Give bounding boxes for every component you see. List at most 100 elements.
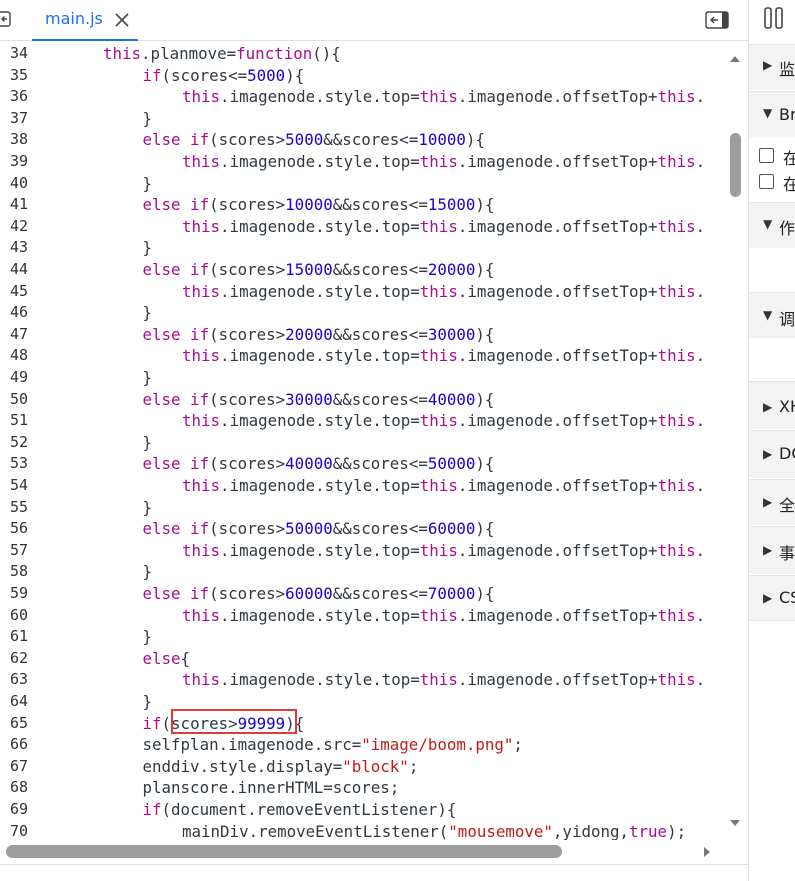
panel-call-stack[interactable]: ▼ 调 [749,292,795,338]
code-line[interactable]: 40} [0,173,726,195]
panel-xhr-breakpoints[interactable]: ▶ XH [749,381,795,429]
line-number[interactable]: 41 [0,194,28,216]
code-line[interactable]: 46} [0,302,726,324]
line-number[interactable]: 68 [0,777,28,799]
panel-csp-breakpoints[interactable]: ▶ CS [749,575,795,621]
line-number[interactable]: 53 [0,453,28,475]
line-number[interactable]: 50 [0,389,28,411]
line-number[interactable]: 56 [0,518,28,540]
line-number[interactable]: 60 [0,605,28,627]
line-number[interactable]: 69 [0,799,28,821]
checkbox-row[interactable]: 在 [749,171,795,194]
code-line[interactable]: 39 this.imagenode.style.top=this.imagenod… [0,151,726,173]
code-line[interactable]: 56 else if(scores>50000&&scores<=60000){ [0,518,726,540]
code-line[interactable]: 70 mainDiv.removeEventListener("mousemove… [0,821,726,840]
navigator-toggle-icon[interactable] [0,11,12,27]
line-number[interactable]: 67 [0,756,28,778]
code-line[interactable]: 59 else if(scores>60000&&scores<=70000){ [0,583,726,605]
line-number[interactable]: 57 [0,540,28,562]
line-number[interactable]: 51 [0,410,28,432]
line-number[interactable]: 65 [0,713,28,735]
code-token: 5000 [247,65,286,85]
panel-event-listener-breakpoints[interactable]: ▶ 事 [749,526,795,574]
line-number[interactable]: 35 [0,65,28,87]
line-number[interactable]: 52 [0,432,28,454]
code-line[interactable]: 66 selfplan.imagenode.src="image/boom.png… [0,734,726,756]
panel-watch[interactable]: ▶ 监 [749,44,795,90]
line-number[interactable]: 61 [0,626,28,648]
line-number[interactable]: 55 [0,497,28,519]
line-number[interactable]: 36 [0,86,28,108]
line-number[interactable]: 42 [0,216,28,238]
line-number[interactable]: 70 [0,821,28,840]
line-number[interactable]: 45 [0,281,28,303]
close-icon[interactable] [112,10,132,30]
line-number[interactable]: 58 [0,561,28,583]
line-number[interactable]: 64 [0,691,28,713]
code-area[interactable]: 34 this.planmove=function(){35 if(scores<=… [0,43,726,840]
code-line[interactable]: 45 this.imagenode.style.top=this.imagenod… [0,281,726,303]
code-line[interactable]: 65 if(scores>99999){ [0,713,726,735]
code-line[interactable]: 38 else if(scores>5000&&scores<=10000){ [0,129,726,151]
code-line[interactable]: 49} [0,367,726,389]
line-number[interactable]: 59 [0,583,28,605]
pause-icon[interactable] [763,6,785,30]
code-line[interactable]: 55} [0,497,726,519]
debugger-sidebar-toggle-icon[interactable] [705,11,729,29]
code-line[interactable]: 47 else if(scores>20000&&scores<=30000){ [0,324,726,346]
code-line[interactable]: 64} [0,691,726,713]
line-number[interactable]: 37 [0,108,28,130]
code-line[interactable]: 61} [0,626,726,648]
line-number[interactable]: 34 [0,43,28,65]
code-line[interactable]: 57 this.imagenode.style.top=this.imagenod… [0,540,726,562]
scroll-right-arrow-icon[interactable] [700,844,714,860]
vertical-scrollbar-thumb[interactable] [730,133,741,197]
code-line[interactable]: 63 this.imagenode.style.top=this.imagenod… [0,669,726,691]
code-line[interactable]: 44 else if(scores>15000&&scores<=20000){ [0,259,726,281]
line-number[interactable]: 49 [0,367,28,389]
panel-global-listeners[interactable]: ▶ 全 [749,479,795,525]
line-number[interactable]: 46 [0,302,28,324]
code-line[interactable]: 52} [0,432,726,454]
code-line[interactable]: 68 planscore.innerHTML=scores; [0,777,726,799]
line-number[interactable]: 62 [0,648,28,670]
line-number[interactable]: 39 [0,151,28,173]
code-line[interactable]: 62 else{ [0,648,726,670]
panel-breakpoints[interactable]: ▼ Br [749,91,795,137]
panel-dom-breakpoints[interactable]: ▶ DC [749,430,795,478]
code-line[interactable]: 50 else if(scores>30000&&scores<=40000){ [0,389,726,411]
horizontal-scrollbar-thumb[interactable] [6,845,562,858]
line-number[interactable]: 48 [0,345,28,367]
line-number[interactable]: 44 [0,259,28,281]
code-line[interactable]: 43} [0,237,726,259]
code-line[interactable]: 58} [0,561,726,583]
code-line[interactable]: 41 else if(scores>10000&&scores<=15000){ [0,194,726,216]
line-number[interactable]: 66 [0,734,28,756]
line-number[interactable]: 43 [0,237,28,259]
code-line[interactable]: 67 enddiv.style.display="block"; [0,756,726,778]
line-number[interactable]: 63 [0,669,28,691]
checkbox-row[interactable]: 在 [749,145,795,168]
line-number[interactable]: 40 [0,173,28,195]
code-line[interactable]: 54 this.imagenode.style.top=this.imagenod… [0,475,726,497]
code-line[interactable]: 42 this.imagenode.style.top=this.imagenod… [0,216,726,238]
code-line[interactable]: 34 this.planmove=function(){ [0,43,726,65]
panel-scope[interactable]: ▼ 作 [749,202,795,248]
code-line[interactable]: 35 if(scores<=5000){ [0,65,726,87]
code-line[interactable]: 51 this.imagenode.style.top=this.imagenod… [0,410,726,432]
code-token: .imagenode.offsetTop+ [457,411,658,431]
scroll-up-arrow-icon[interactable] [727,52,743,66]
code-line[interactable]: 60 this.imagenode.style.top=this.imagenod… [0,605,726,627]
code-line[interactable]: 69 if(document.removeEventListener){ [0,799,726,821]
code-line[interactable]: 48 this.imagenode.style.top=this.imagenod… [0,345,726,367]
code-line[interactable]: 37} [0,108,726,130]
line-number[interactable]: 47 [0,324,28,346]
code-line[interactable]: 36 this.imagenode.style.top=this.imagenod… [0,86,726,108]
line-number[interactable]: 38 [0,129,28,151]
line-number[interactable]: 54 [0,475,28,497]
code-line[interactable]: 53 else if(scores>40000&&scores<=50000){ [0,453,726,475]
checkbox[interactable] [759,174,774,189]
scroll-down-arrow-icon[interactable] [727,816,743,830]
checkbox[interactable] [759,148,774,163]
tab-main-js[interactable]: main.js [32,0,138,41]
